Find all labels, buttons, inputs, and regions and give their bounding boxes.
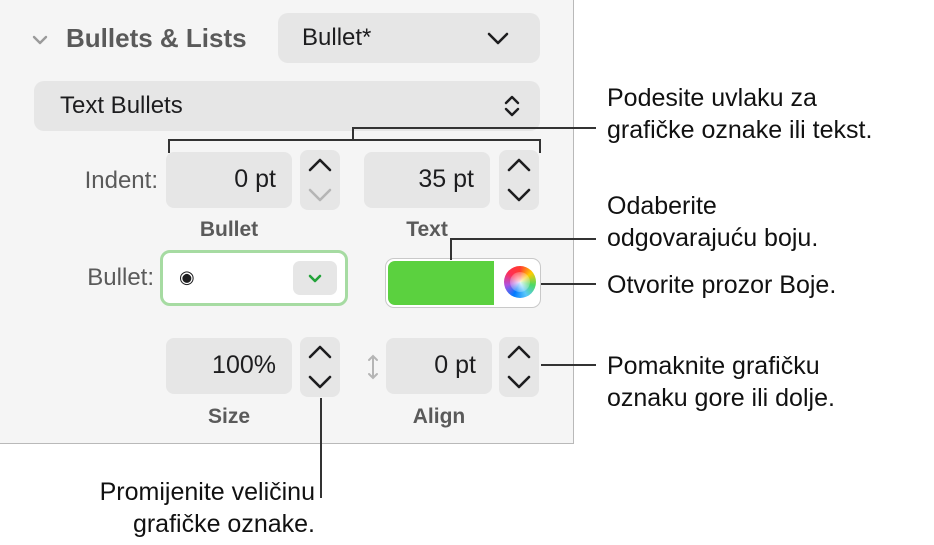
color-callout-connector <box>450 238 596 240</box>
bullet-size-field[interactable]: 100% <box>166 338 292 394</box>
stepper-up-icon[interactable] <box>499 150 539 180</box>
bullets-lists-panel: Bullets & Lists Bullet* Text Bullets Ind… <box>0 0 574 444</box>
color-callout-line1: Odaberite <box>607 192 717 220</box>
align-callout: Pomaknite grafičku oznaku gore ili dolje… <box>607 350 835 414</box>
size-callout-stem <box>320 398 322 498</box>
bullet-size-value: 100% <box>212 351 276 379</box>
bullet-symbol-popup[interactable]: ◉ <box>160 250 348 306</box>
indent-bracket-right-tick <box>539 139 541 153</box>
chevron-down-icon <box>487 32 509 45</box>
bullet-align-stepper[interactable] <box>499 337 539 397</box>
vertical-arrow-icon <box>368 354 378 380</box>
colors-window-callout: Otvorite prozor Boje. <box>607 269 836 301</box>
indent-bracket-horizontal <box>168 139 541 141</box>
bullet-symbol: ◉ <box>179 267 195 288</box>
text-indent-field[interactable]: 35 pt <box>364 152 490 208</box>
indent-callout-connector <box>352 127 596 129</box>
color-swatch[interactable] <box>388 261 494 305</box>
bullet-color-well[interactable] <box>385 258 541 308</box>
bullet-label: Bullet: <box>87 264 154 291</box>
bullet-indent-stepper[interactable] <box>300 150 340 210</box>
bullet-size-stepper[interactable] <box>300 337 340 397</box>
colors-window-callout-text: Otvorite prozor Boje. <box>607 271 837 299</box>
text-indent-value: 35 pt <box>418 165 474 193</box>
stepper-up-icon[interactable] <box>300 150 340 180</box>
indent-callout-line1: Podesite uvlaku za <box>607 84 817 112</box>
align-callout-line1: Pomaknite grafičku <box>607 352 820 380</box>
stepper-down-icon[interactable] <box>300 367 340 397</box>
color-wheel-icon[interactable] <box>504 266 536 298</box>
bullet-indent-value: 0 pt <box>234 165 276 193</box>
chevron-down-icon <box>308 274 322 283</box>
stepper-down-icon[interactable] <box>499 180 539 210</box>
chevron-down-icon[interactable] <box>30 30 50 50</box>
size-callout: Promijenite veličinu grafičke oznake. <box>40 476 315 540</box>
stepper-up-icon[interactable] <box>300 337 340 367</box>
up-down-chevron-icon <box>504 95 520 117</box>
indent-callout: Podesite uvlaku za grafičke oznake ili t… <box>607 82 872 146</box>
list-style-value: Bullet* <box>302 24 372 51</box>
bullet-align-field[interactable]: 0 pt <box>386 338 492 394</box>
size-callout-line2: grafičke oznake. <box>132 510 315 538</box>
bullet-type-popup[interactable]: Text Bullets <box>34 81 540 131</box>
bullet-size-sublabel: Size <box>207 405 251 428</box>
bullet-type-value: Text Bullets <box>60 92 183 119</box>
indent-label: Indent: <box>84 167 158 194</box>
section-title: Bullets & Lists <box>66 23 247 53</box>
indent-callout-line2: grafičke oznake ili tekst. <box>607 116 873 144</box>
bullet-indent-sublabel: Bullet <box>199 218 259 241</box>
color-callout-stem <box>450 238 452 260</box>
stepper-down-icon[interactable] <box>300 180 340 210</box>
bullet-align-value: 0 pt <box>434 351 476 379</box>
color-callout: Odaberite odgovarajuću boju. <box>607 190 818 254</box>
indent-bracket-left-tick <box>168 139 170 153</box>
stepper-up-icon[interactable] <box>499 337 539 367</box>
list-style-popup[interactable]: Bullet* <box>278 13 540 63</box>
align-callout-line2: oznaku gore ili dolje. <box>607 384 835 412</box>
bullet-align-sublabel: Align <box>412 405 466 428</box>
align-callout-connector <box>541 364 596 366</box>
bullet-indent-field[interactable]: 0 pt <box>166 152 292 208</box>
text-indent-stepper[interactable] <box>499 150 539 210</box>
size-callout-line1: Promijenite veličinu <box>99 478 315 506</box>
stepper-down-icon[interactable] <box>499 367 539 397</box>
color-callout-line2: odgovarajuću boju. <box>607 224 819 252</box>
bullet-symbol-dropdown[interactable] <box>293 261 337 295</box>
colors-window-connector <box>541 283 596 285</box>
